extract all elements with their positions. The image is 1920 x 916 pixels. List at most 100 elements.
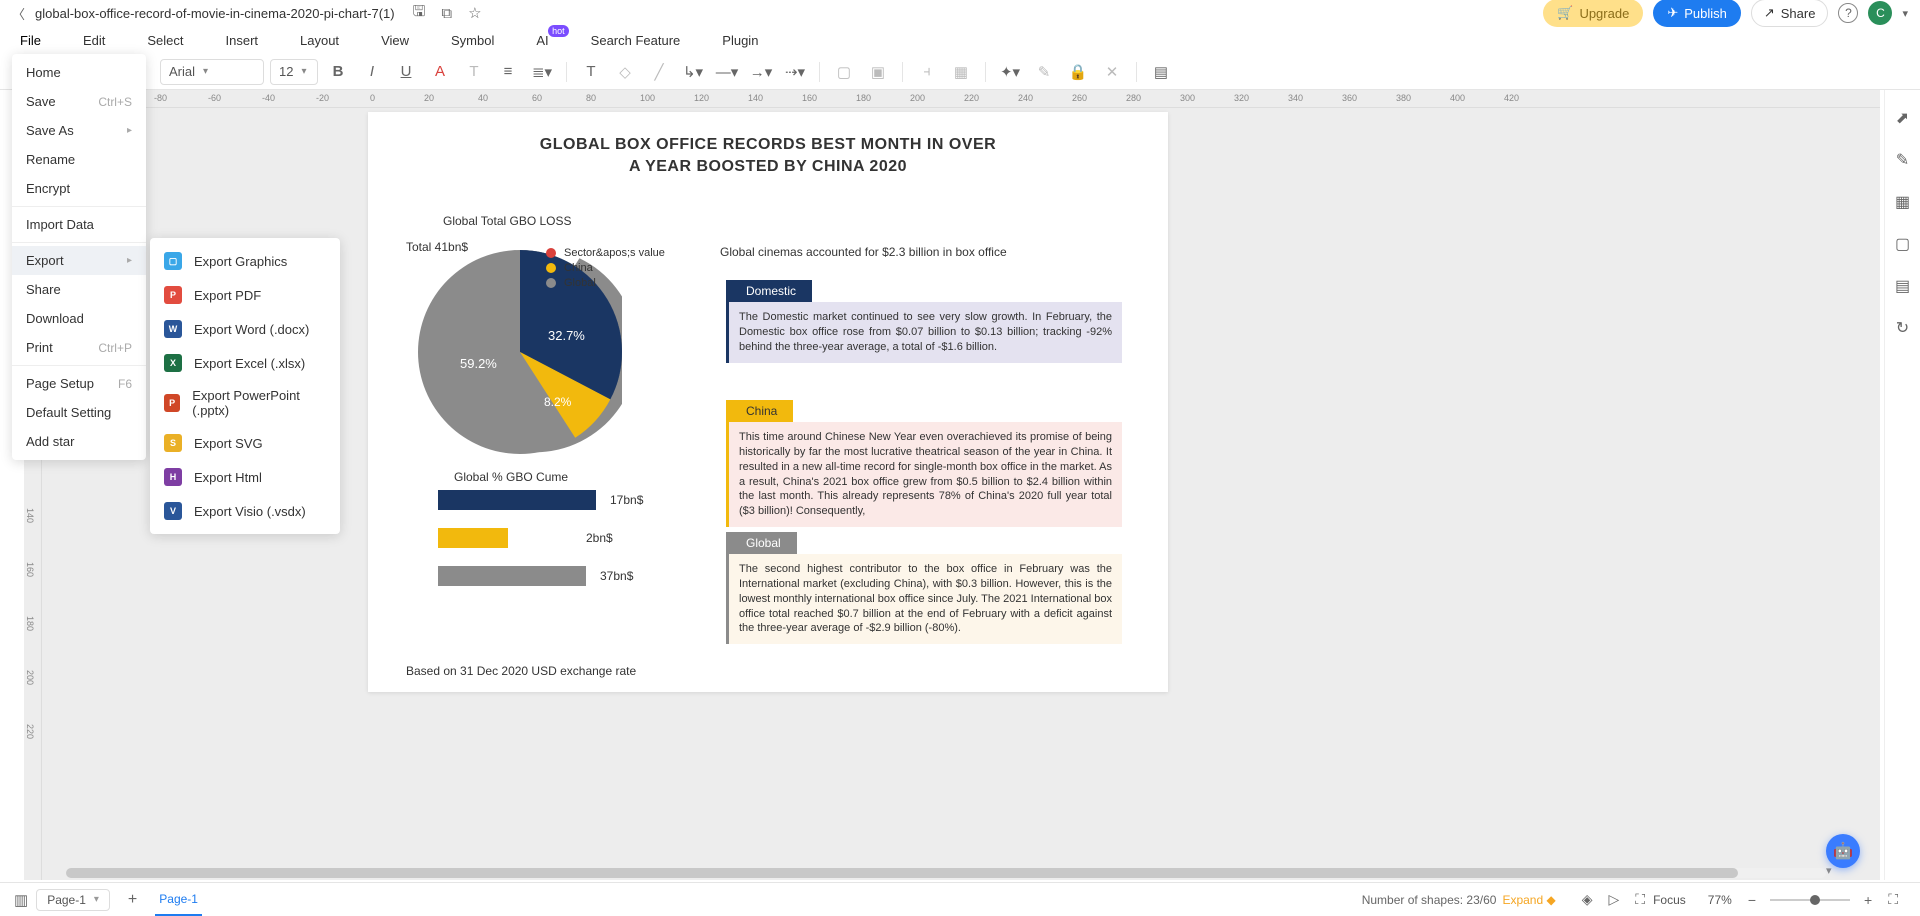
text-case-button[interactable]: T (460, 58, 488, 86)
horizontal-scrollbar[interactable] (66, 868, 1826, 878)
file-menu-encrypt[interactable]: Encrypt (12, 174, 146, 203)
file-menu-share[interactable]: Share (12, 275, 146, 304)
add-page-button[interactable]: + (128, 891, 137, 909)
avatar-caret-icon[interactable]: ▾ (1902, 7, 1908, 20)
menu-select[interactable]: Select (147, 33, 183, 48)
align-button[interactable]: ≡ (494, 58, 522, 86)
menu-search[interactable]: Search Feature (591, 33, 681, 48)
bold-button[interactable]: B (324, 58, 352, 86)
font-size-dropdown[interactable]: 12▾ (270, 59, 318, 85)
scrollbar-thumb[interactable] (66, 868, 1738, 878)
align-objects-button[interactable]: ⫞ (913, 58, 941, 86)
page-icon[interactable]: ▤ (1893, 276, 1913, 296)
history-icon[interactable]: ↻ (1893, 318, 1913, 338)
star-icon[interactable]: ☆ (468, 4, 481, 22)
export-visio[interactable]: VExport Visio (.vsdx) (150, 494, 340, 528)
chat-bubble-icon[interactable]: 🤖 (1826, 834, 1860, 868)
arrow-start-button[interactable]: →▾ (747, 58, 775, 86)
save-icon[interactable]: 🖫 (413, 1, 426, 26)
cursor-icon[interactable]: ⬈ (1893, 108, 1913, 128)
focus-label[interactable]: Focus (1653, 893, 1686, 907)
export-pdf[interactable]: PExport PDF (150, 278, 340, 312)
underline-button[interactable]: U (392, 58, 420, 86)
publish-button[interactable]: ✈ Publish (1653, 0, 1741, 27)
share-button[interactable]: ↗ Share (1751, 0, 1829, 27)
bookmark-icon[interactable]: ▢ (1893, 234, 1913, 254)
fill-color-button[interactable]: ◇ (611, 58, 639, 86)
file-menu-home[interactable]: Home (12, 58, 146, 87)
bar-label-3: 37bn$ (600, 569, 633, 583)
export-svg[interactable]: SExport SVG (150, 426, 340, 460)
italic-button[interactable]: I (358, 58, 386, 86)
upgrade-button[interactable]: 🛒 Upgrade (1543, 0, 1643, 27)
fm-label: Download (26, 311, 84, 326)
font-family-dropdown[interactable]: Arial▾ (160, 59, 264, 85)
menu-edit[interactable]: Edit (83, 33, 105, 48)
export-ppt[interactable]: PExport PowerPoint (.pptx) (150, 380, 340, 426)
line-style-button[interactable]: —▾ (713, 58, 741, 86)
text-tool-button[interactable]: T (577, 58, 605, 86)
help-icon[interactable]: ? (1838, 3, 1858, 23)
open-external-icon[interactable]: ⧉ (441, 5, 452, 22)
file-menu-save[interactable]: SaveCtrl+S (12, 87, 146, 116)
tools-button[interactable]: ✕ (1098, 58, 1126, 86)
line-color-button[interactable]: ╱ (645, 58, 673, 86)
menu-symbol[interactable]: Symbol (451, 33, 494, 48)
zoom-out-button[interactable]: − (1748, 892, 1756, 908)
image-button[interactable]: ▢ (830, 58, 858, 86)
menu-ai[interactable]: AIhot (536, 33, 548, 48)
page-tab[interactable]: Page-1 (155, 884, 202, 916)
word-icon: W (164, 320, 182, 338)
bar-yellow (438, 528, 508, 548)
file-menu-save-as[interactable]: Save As▸ (12, 116, 146, 145)
fm-label: Share (26, 282, 61, 297)
menu-plugin[interactable]: Plugin (722, 33, 758, 48)
file-menu-page-setup[interactable]: Page SetupF6 (12, 369, 146, 398)
file-menu-rename[interactable]: Rename (12, 145, 146, 174)
export-excel[interactable]: XExport Excel (.xlsx) (150, 346, 340, 380)
file-menu-download[interactable]: Download (12, 304, 146, 333)
export-submenu: ▢Export Graphics PExport PDF WExport Wor… (150, 238, 340, 534)
font-color-button[interactable]: A (426, 58, 454, 86)
menu-file[interactable]: File (20, 33, 41, 48)
layers-icon[interactable]: ◈ (1582, 891, 1593, 908)
document-page[interactable]: GLOBAL BOX OFFICE RECORDS BEST MONTH IN … (368, 112, 1168, 692)
focus-icon[interactable]: ⛶ (1635, 891, 1645, 908)
zoom-slider[interactable] (1770, 899, 1850, 901)
file-menu-print[interactable]: PrintCtrl+P (12, 333, 146, 362)
publish-label: Publish (1684, 6, 1727, 21)
file-menu-import[interactable]: Import Data (12, 210, 146, 239)
connector-button[interactable]: ↳▾ (679, 58, 707, 86)
ppt-icon: P (164, 394, 180, 412)
menu-view[interactable]: View (381, 33, 409, 48)
line-spacing-button[interactable]: ≣▾ (528, 58, 556, 86)
fullscreen-icon[interactable]: ⛶ (1888, 891, 1898, 908)
effects-button[interactable]: ✦▾ (996, 58, 1024, 86)
presentation-icon[interactable]: ▷ (1609, 891, 1620, 908)
lock-button[interactable]: 🔒 (1064, 58, 1092, 86)
page-dropdown[interactable]: Page-1▾ (36, 889, 110, 911)
back-icon[interactable]: 〈 (12, 4, 25, 23)
zoom-in-button[interactable]: + (1864, 892, 1872, 908)
upgrade-label: Upgrade (1579, 6, 1629, 21)
layers-button[interactable]: ▤ (1147, 58, 1175, 86)
grid-icon[interactable]: ▦ (1893, 192, 1913, 212)
arrow-end-button[interactable]: ⇢▾ (781, 58, 809, 86)
crop-button[interactable]: ▣ (864, 58, 892, 86)
avatar[interactable]: C (1868, 1, 1892, 25)
menu-insert[interactable]: Insert (226, 33, 259, 48)
menu-layout[interactable]: Layout (300, 33, 339, 48)
zoom-knob[interactable] (1810, 895, 1820, 905)
edit-button[interactable]: ✎ (1030, 58, 1058, 86)
export-word[interactable]: WExport Word (.docx) (150, 312, 340, 346)
file-menu-default-setting[interactable]: Default Setting (12, 398, 146, 427)
file-menu-export[interactable]: Export▸ (12, 246, 146, 275)
outline-icon[interactable]: ▥ (14, 891, 28, 909)
expand-link[interactable]: Expand ◆ (1502, 893, 1555, 907)
comment-icon[interactable]: ✎ (1893, 150, 1913, 170)
shapes-count: Number of shapes: 23/60 (1362, 893, 1497, 907)
export-graphics[interactable]: ▢Export Graphics (150, 244, 340, 278)
export-html[interactable]: HExport Html (150, 460, 340, 494)
file-menu-add-star[interactable]: Add star (12, 427, 146, 456)
group-button[interactable]: ▦ (947, 58, 975, 86)
